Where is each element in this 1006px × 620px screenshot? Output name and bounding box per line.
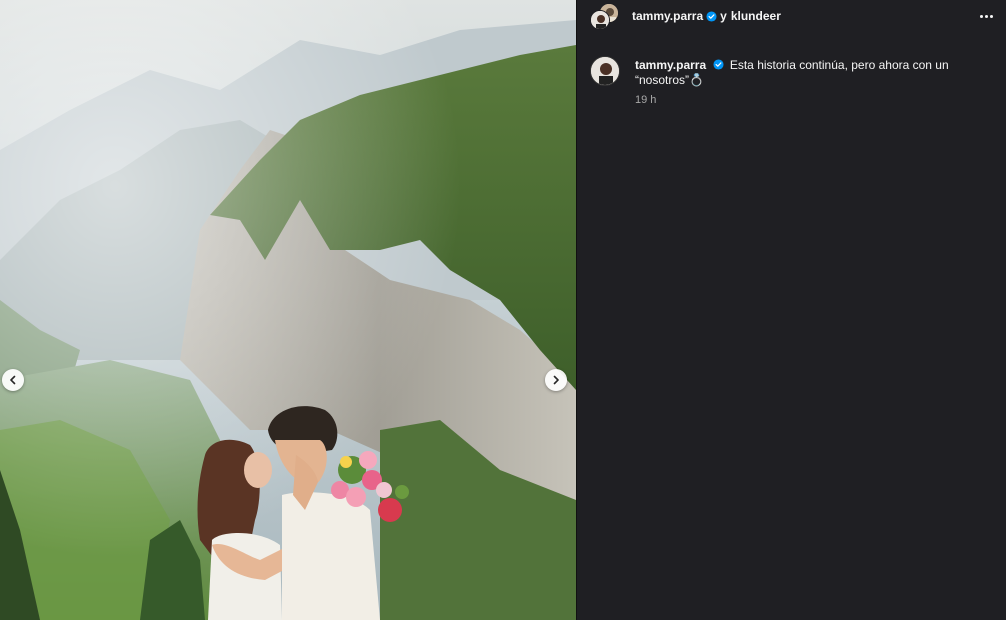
verified-badge-icon bbox=[706, 10, 717, 22]
caption-text-block: tammy.parra Esta historia continúa, pero… bbox=[635, 58, 975, 88]
author-username[interactable]: tammy.parra bbox=[632, 9, 703, 23]
collab-separator: y bbox=[720, 9, 727, 23]
caption-avatar[interactable] bbox=[590, 56, 620, 86]
verified-badge-icon bbox=[712, 59, 724, 70]
more-options-icon[interactable] bbox=[975, 6, 997, 26]
post-photo bbox=[0, 0, 576, 620]
post-timestamp[interactable]: 19 h bbox=[635, 94, 656, 106]
post-media[interactable] bbox=[0, 0, 576, 620]
carousel-next-button[interactable] bbox=[545, 369, 567, 391]
collab-avatars[interactable] bbox=[590, 3, 620, 31]
post-authors: tammy.parra y klundeer bbox=[632, 9, 781, 23]
carousel-prev-button[interactable] bbox=[2, 369, 24, 391]
caption-username[interactable]: tammy.parra bbox=[635, 58, 706, 72]
avatar-tammy-parra[interactable] bbox=[590, 10, 610, 30]
collaborator-username[interactable]: klundeer bbox=[731, 9, 781, 23]
post-header: tammy.parra y klundeer bbox=[577, 0, 1006, 34]
chevron-left-icon bbox=[10, 375, 16, 385]
chevron-right-icon bbox=[553, 375, 559, 385]
post-side-panel: tammy.parra y klundeer tammy.parra Esta … bbox=[576, 0, 1006, 620]
